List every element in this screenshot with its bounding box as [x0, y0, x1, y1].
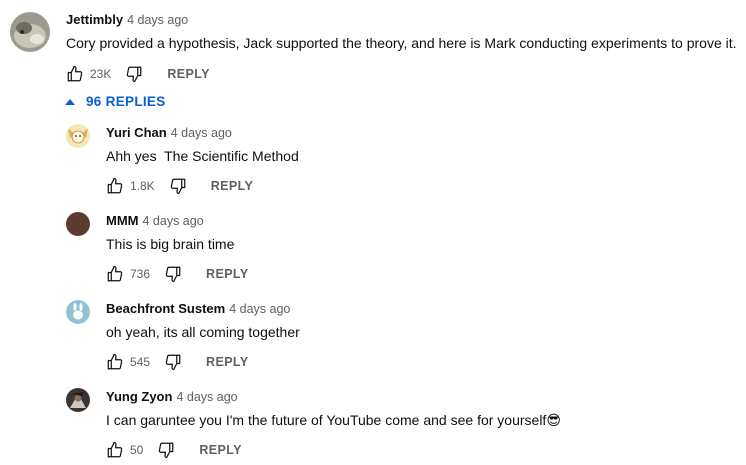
caret-up-icon [65, 98, 75, 105]
like-count: 1.8K [130, 179, 155, 193]
comment-actions: 736 REPLY [106, 262, 249, 286]
comment-text: I can garuntee you I'm the future of You… [106, 412, 561, 429]
cat-avatar-icon [10, 12, 50, 52]
author-name[interactable]: Yuri Chan [106, 125, 167, 140]
reply-comment: Beachfront Sustem 4 days ago oh yeah, its… [0, 294, 746, 382]
comment-text: Ahh yes The Scientific Method [106, 148, 299, 164]
reply-button[interactable]: REPLY [167, 67, 210, 81]
replies-count-label: 96 REPLIES [86, 94, 166, 109]
thumbs-down-icon [165, 266, 181, 283]
like-button[interactable]: 736 [106, 265, 150, 283]
like-button[interactable]: 50 [106, 441, 143, 459]
comment-header: MMM 4 days ago [106, 213, 204, 228]
comment-actions: 23K REPLY [66, 62, 210, 86]
top-comment: Jettimbly 4 days ago Cory provided a hypo… [0, 0, 746, 90]
thumbs-up-icon [107, 265, 123, 282]
like-count: 545 [130, 355, 151, 369]
comment-text: This is big brain time [106, 236, 235, 252]
like-count: 736 [130, 267, 151, 281]
dislike-button[interactable] [164, 265, 182, 283]
avatar-mmm[interactable] [66, 212, 90, 236]
reply-comment: MMM 4 days ago This is big brain time 736… [0, 206, 746, 294]
author-name[interactable]: Jettimbly [66, 12, 123, 27]
reply-button[interactable]: REPLY [199, 443, 242, 457]
timestamp[interactable]: 4 days ago [127, 13, 188, 27]
avatar-yuri-chan[interactable] [66, 124, 90, 148]
comment-header: Jettimbly 4 days ago [66, 12, 188, 27]
bunny-avatar-icon [66, 300, 90, 324]
timestamp[interactable]: 4 days ago [171, 126, 232, 140]
comment-text: oh yeah, its all coming together [106, 324, 300, 340]
comment-header: Yuri Chan 4 days ago [106, 125, 232, 140]
reply-comment: Yuri Chan 4 days ago Ahh yes The Scientif… [0, 118, 746, 206]
thumbs-down-icon [159, 442, 174, 459]
replies-toggle-button[interactable]: 96 REPLIES [64, 94, 166, 109]
comment-text: Cory provided a hypothesis, Jack support… [66, 35, 737, 51]
avatar-beachfront-sustem[interactable] [66, 300, 90, 324]
reply-button[interactable]: REPLY [211, 179, 254, 193]
like-button[interactable]: 545 [106, 353, 150, 371]
comment-header: Yung Zyon 4 days ago [106, 389, 238, 404]
comment-header: Beachfront Sustem 4 days ago [106, 301, 290, 316]
like-count: 50 [130, 443, 144, 457]
comment-text-body: I can garuntee you I'm the future of You… [106, 412, 547, 428]
author-name[interactable]: Yung Zyon [106, 389, 172, 404]
thumbs-up-icon [67, 65, 83, 82]
thumbs-down-icon [127, 66, 142, 83]
dislike-button[interactable] [164, 353, 182, 371]
sunglasses-emoji-icon: 😎 [546, 413, 561, 429]
thumbs-down-icon [170, 178, 186, 195]
dislike-button[interactable] [157, 441, 175, 459]
timestamp[interactable]: 4 days ago [229, 302, 290, 316]
timestamp[interactable]: 4 days ago [143, 214, 204, 228]
avatar-jettimbly[interactable] [10, 12, 50, 52]
author-name[interactable]: Beachfront Sustem [106, 301, 225, 316]
comment-actions: 545 REPLY [106, 350, 249, 374]
comment-actions: 1.8K REPLY [106, 174, 253, 198]
reply-button[interactable]: REPLY [206, 355, 249, 369]
dislike-button[interactable] [169, 177, 187, 195]
thumbs-up-icon [107, 441, 123, 458]
character-avatar-icon [66, 388, 90, 412]
like-count: 23K [90, 67, 112, 81]
timestamp[interactable]: 4 days ago [176, 390, 237, 404]
thumbs-down-icon [165, 354, 181, 371]
dislike-button[interactable] [125, 65, 143, 83]
thumbs-up-icon [107, 353, 123, 370]
like-button[interactable]: 23K [66, 65, 111, 83]
avatar-yung-zyon[interactable] [66, 388, 90, 412]
author-name[interactable]: MMM [106, 213, 139, 228]
like-button[interactable]: 1.8K [106, 177, 155, 195]
thumbs-up-icon [107, 177, 123, 194]
anime-avatar-icon [66, 124, 90, 148]
reply-button[interactable]: REPLY [206, 267, 249, 281]
reply-comment: Yung Zyon 4 days ago I can garuntee you I… [0, 382, 746, 465]
comment-actions: 50 REPLY [106, 438, 242, 462]
